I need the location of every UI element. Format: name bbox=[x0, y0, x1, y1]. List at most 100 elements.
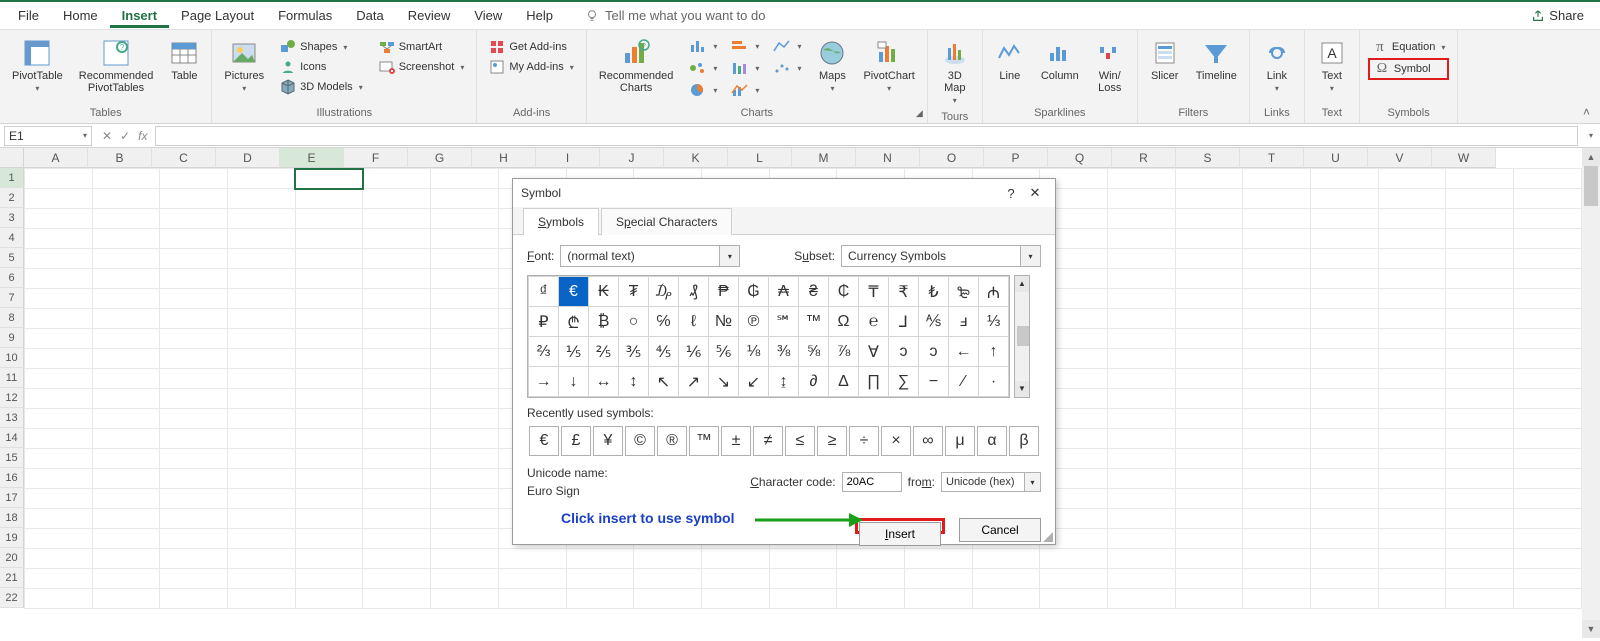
scatter-chart-button[interactable]: ▾ bbox=[769, 60, 805, 76]
symbol-button[interactable]: ΩSymbol bbox=[1368, 58, 1449, 80]
symbol-cell[interactable]: ↙ bbox=[739, 367, 769, 397]
column-header[interactable]: D bbox=[216, 148, 280, 168]
sparkline-column-button[interactable]: Column bbox=[1035, 36, 1085, 84]
row-header[interactable]: 3 bbox=[0, 208, 24, 228]
scroll-up-button[interactable]: ▲ bbox=[1582, 148, 1600, 166]
symbol-cell[interactable]: ₹ bbox=[889, 277, 919, 307]
symbol-cell[interactable]: ↔ bbox=[589, 367, 619, 397]
cancel-formula-button[interactable]: ✕ bbox=[102, 129, 112, 143]
pivottable-button[interactable]: PivotTable▾ bbox=[6, 36, 69, 97]
row-header[interactable]: 22 bbox=[0, 588, 24, 608]
column-header[interactable]: C bbox=[152, 148, 216, 168]
scroll-down-button[interactable]: ▼ bbox=[1015, 381, 1029, 397]
recent-symbol-cell[interactable]: £ bbox=[561, 426, 591, 456]
symbol-cell[interactable]: ₻ bbox=[949, 277, 979, 307]
symbol-cell[interactable]: ⅓ bbox=[979, 307, 1009, 337]
symbol-cell[interactable]: ₭ bbox=[589, 277, 619, 307]
scroll-down-button[interactable]: ▼ bbox=[1582, 620, 1600, 638]
recent-symbol-cell[interactable]: × bbox=[881, 426, 911, 456]
column-header[interactable]: V bbox=[1368, 148, 1432, 168]
symbol-cell[interactable]: ⅚ bbox=[709, 337, 739, 367]
symbol-cell[interactable]: ℠ bbox=[769, 307, 799, 337]
row-header[interactable]: 11 bbox=[0, 368, 24, 388]
resize-grip[interactable] bbox=[1041, 530, 1053, 542]
row-header[interactable]: 8 bbox=[0, 308, 24, 328]
symbol-cell[interactable]: ₱ bbox=[709, 277, 739, 307]
combo-chart-button[interactable]: ▾ bbox=[727, 82, 763, 98]
link-button[interactable]: Link▾ bbox=[1256, 36, 1298, 97]
symbol-cell[interactable]: ₼ bbox=[979, 277, 1009, 307]
menu-help[interactable]: Help bbox=[514, 4, 565, 27]
column-header[interactable]: T bbox=[1240, 148, 1304, 168]
dialog-help-button[interactable]: ? bbox=[999, 186, 1023, 201]
menu-formulas[interactable]: Formulas bbox=[266, 4, 344, 27]
recent-symbol-cell[interactable]: ® bbox=[657, 426, 687, 456]
vertical-scrollbar[interactable]: ▲ ▼ bbox=[1582, 148, 1600, 638]
symbol-cell[interactable]: ₮ bbox=[619, 277, 649, 307]
pie-chart-button[interactable]: ▾ bbox=[685, 82, 721, 98]
row-header[interactable]: 4 bbox=[0, 228, 24, 248]
recent-symbol-cell[interactable]: ≤ bbox=[785, 426, 815, 456]
column-header[interactable]: L bbox=[728, 148, 792, 168]
pivotchart-button[interactable]: PivotChart▾ bbox=[857, 36, 920, 97]
column-header[interactable]: H bbox=[472, 148, 536, 168]
menu-file[interactable]: File bbox=[6, 4, 51, 27]
symbol-cell[interactable]: ⅞ bbox=[829, 337, 859, 367]
symbol-cell[interactable]: · bbox=[979, 367, 1009, 397]
row-header[interactable]: 21 bbox=[0, 568, 24, 588]
symbol-cell[interactable]: ℅ bbox=[649, 307, 679, 337]
my-addins-button[interactable]: My Add-ins▾ bbox=[485, 58, 577, 76]
maps-button[interactable]: Maps▾ bbox=[811, 36, 853, 97]
symbol-cell[interactable]: ₳ bbox=[769, 277, 799, 307]
symbol-cell[interactable]: Ɐ bbox=[859, 337, 889, 367]
symbol-cell[interactable]: ₺ bbox=[919, 277, 949, 307]
symbol-grid-scrollbar[interactable]: ▲ ▼ bbox=[1014, 275, 1030, 398]
column-header[interactable]: Q bbox=[1048, 148, 1112, 168]
symbol-cell[interactable]: Ω bbox=[829, 307, 859, 337]
menu-page-layout[interactable]: Page Layout bbox=[169, 4, 266, 27]
tab-special-characters[interactable]: Special Characters bbox=[601, 208, 732, 235]
recent-symbol-cell[interactable]: ≠ bbox=[753, 426, 783, 456]
hierarchy-chart-button[interactable]: ▾ bbox=[685, 60, 721, 76]
icons-button[interactable]: Icons bbox=[276, 58, 367, 76]
symbol-cell[interactable]: ↓ bbox=[559, 367, 589, 397]
symbol-cell[interactable]: ℮ bbox=[859, 307, 889, 337]
tab-symbols[interactable]: Symbols bbox=[523, 208, 599, 235]
symbol-cell[interactable]: ↨ bbox=[769, 367, 799, 397]
scroll-thumb[interactable] bbox=[1584, 166, 1598, 206]
symbol-cell[interactable]: ⅕ bbox=[559, 337, 589, 367]
recent-symbol-cell[interactable]: β bbox=[1009, 426, 1039, 456]
column-header[interactable]: I bbox=[536, 148, 600, 168]
symbol-cell[interactable]: ↗ bbox=[679, 367, 709, 397]
symbol-cell[interactable]: € bbox=[559, 277, 589, 307]
statistic-chart-button[interactable]: ▾ bbox=[727, 60, 763, 76]
character-code-input[interactable] bbox=[842, 472, 902, 492]
symbol-cell[interactable]: ⅖ bbox=[589, 337, 619, 367]
recent-symbol-cell[interactable]: ∞ bbox=[913, 426, 943, 456]
column-header[interactable]: G bbox=[408, 148, 472, 168]
symbol-cell[interactable]: ⅝ bbox=[799, 337, 829, 367]
symbol-cell[interactable]: ↖ bbox=[649, 367, 679, 397]
font-select[interactable]: (normal text)▾ bbox=[560, 245, 740, 267]
symbol-cell[interactable]: ↄ bbox=[889, 337, 919, 367]
sparkline-line-button[interactable]: Line bbox=[989, 36, 1031, 84]
row-header[interactable]: 2 bbox=[0, 188, 24, 208]
symbol-cell[interactable]: ⅛ bbox=[739, 337, 769, 367]
menu-review[interactable]: Review bbox=[396, 4, 463, 27]
recent-symbol-cell[interactable]: ¥ bbox=[593, 426, 623, 456]
recent-symbol-cell[interactable]: ™ bbox=[689, 426, 719, 456]
3d-map-button[interactable]: 3D Map▾ bbox=[934, 36, 976, 109]
symbol-cell[interactable]: ↘ bbox=[709, 367, 739, 397]
bar-chart-button[interactable]: ▾ bbox=[727, 38, 763, 54]
expand-formula-bar-button[interactable]: ▾ bbox=[1582, 131, 1600, 140]
symbol-cell[interactable]: ○ bbox=[619, 307, 649, 337]
column-header[interactable]: W bbox=[1432, 148, 1496, 168]
symbol-cell[interactable]: ∂ bbox=[799, 367, 829, 397]
row-header[interactable]: 20 bbox=[0, 548, 24, 568]
line-chart-button[interactable]: ▾ bbox=[769, 38, 805, 54]
column-header[interactable]: S bbox=[1176, 148, 1240, 168]
symbol-cell[interactable]: ₫ bbox=[529, 277, 559, 307]
row-header[interactable]: 5 bbox=[0, 248, 24, 268]
shapes-button[interactable]: Shapes▾ bbox=[276, 38, 367, 56]
symbol-cell[interactable]: ₿ bbox=[589, 307, 619, 337]
